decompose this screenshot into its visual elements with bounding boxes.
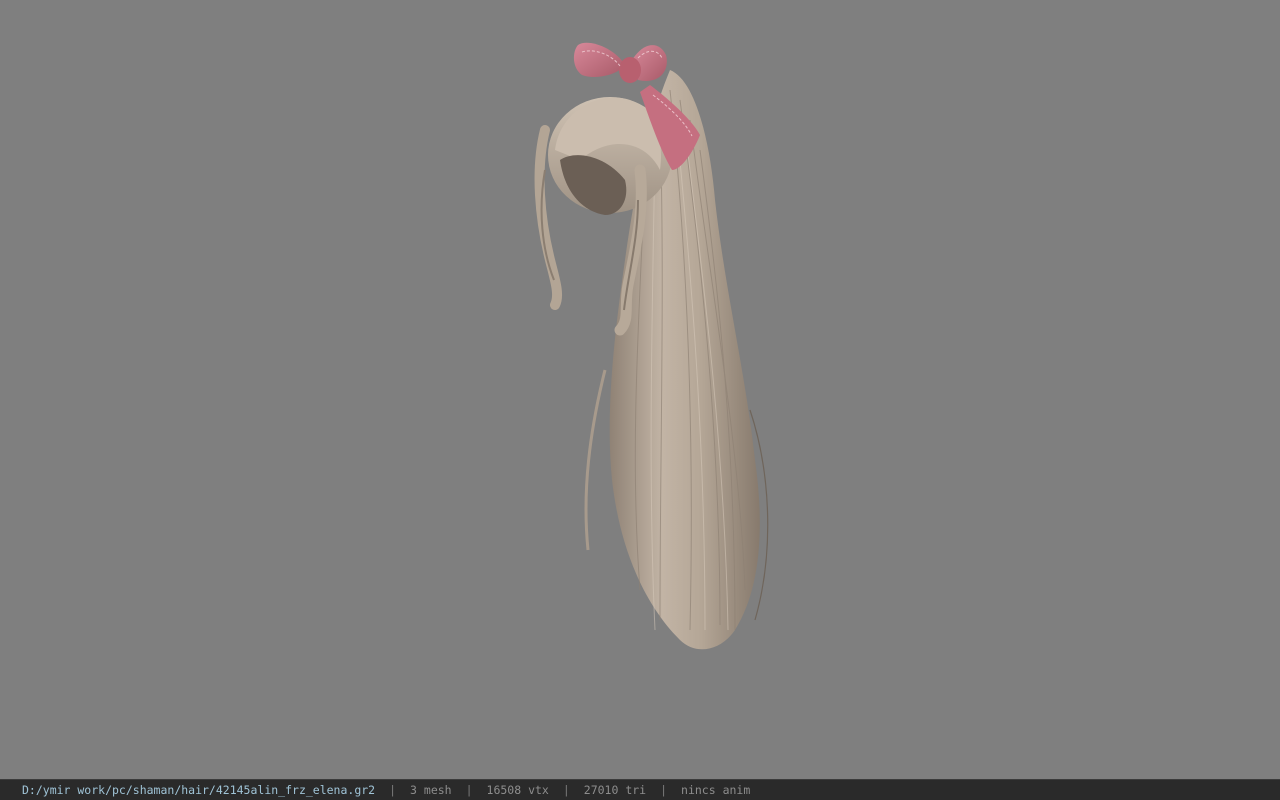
status-bar: D:/ymir work/pc/shaman/hair/42145alin_fr… xyxy=(0,779,1280,800)
status-separator: | xyxy=(660,783,668,797)
mesh-count-text: 3 mesh xyxy=(410,783,452,797)
vertex-count-text: 16508 vtx xyxy=(486,783,549,797)
status-separator: | xyxy=(562,783,570,797)
animation-status-text: nincs anim xyxy=(681,783,751,797)
status-separator: | xyxy=(465,783,473,797)
hair-model-render xyxy=(534,42,769,650)
file-path-text: D:/ymir work/pc/shaman/hair/42145alin_fr… xyxy=(22,783,376,797)
triangle-count-text: 27010 tri xyxy=(583,783,647,797)
3d-viewport[interactable] xyxy=(0,0,1280,779)
status-separator: | xyxy=(389,783,397,797)
